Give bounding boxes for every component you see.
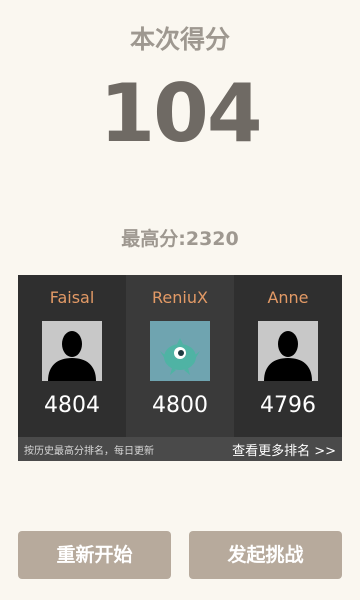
player-name: ReniuX bbox=[152, 288, 208, 307]
player-score: 4796 bbox=[260, 393, 316, 418]
leaderboard-entry[interactable]: ReniuX 4800 bbox=[126, 275, 234, 437]
restart-button[interactable]: 重新开始 bbox=[18, 531, 171, 579]
player-name: Faisal bbox=[49, 288, 95, 307]
more-rankings-link[interactable]: 查看更多排名 >> bbox=[232, 440, 336, 459]
leaderboard-entry[interactable]: Faisal 4804 bbox=[18, 275, 126, 437]
leaderboard-footer: 按历史最高分排名，每日更新 查看更多排名 >> bbox=[18, 437, 342, 461]
challenge-button[interactable]: 发起挑战 bbox=[189, 531, 342, 579]
leaderboard-entry[interactable]: Anne 4796 bbox=[234, 275, 342, 437]
best-score: 最高分:2320 bbox=[121, 228, 239, 250]
monster-avatar-icon bbox=[150, 321, 210, 381]
player-score: 4804 bbox=[44, 393, 100, 418]
silhouette-avatar-icon bbox=[258, 321, 318, 381]
ranking-note: 按历史最高分排名，每日更新 bbox=[24, 445, 154, 457]
current-score-title: 本次得分 bbox=[129, 25, 230, 54]
current-score-value: 104 bbox=[99, 67, 263, 160]
player-name: Anne bbox=[267, 288, 309, 307]
silhouette-avatar-icon bbox=[42, 321, 102, 381]
leaderboard: Faisal 4804 ReniuX 4800 Anne 4796 按历史最高分… bbox=[18, 275, 342, 461]
player-score: 4800 bbox=[152, 393, 208, 418]
